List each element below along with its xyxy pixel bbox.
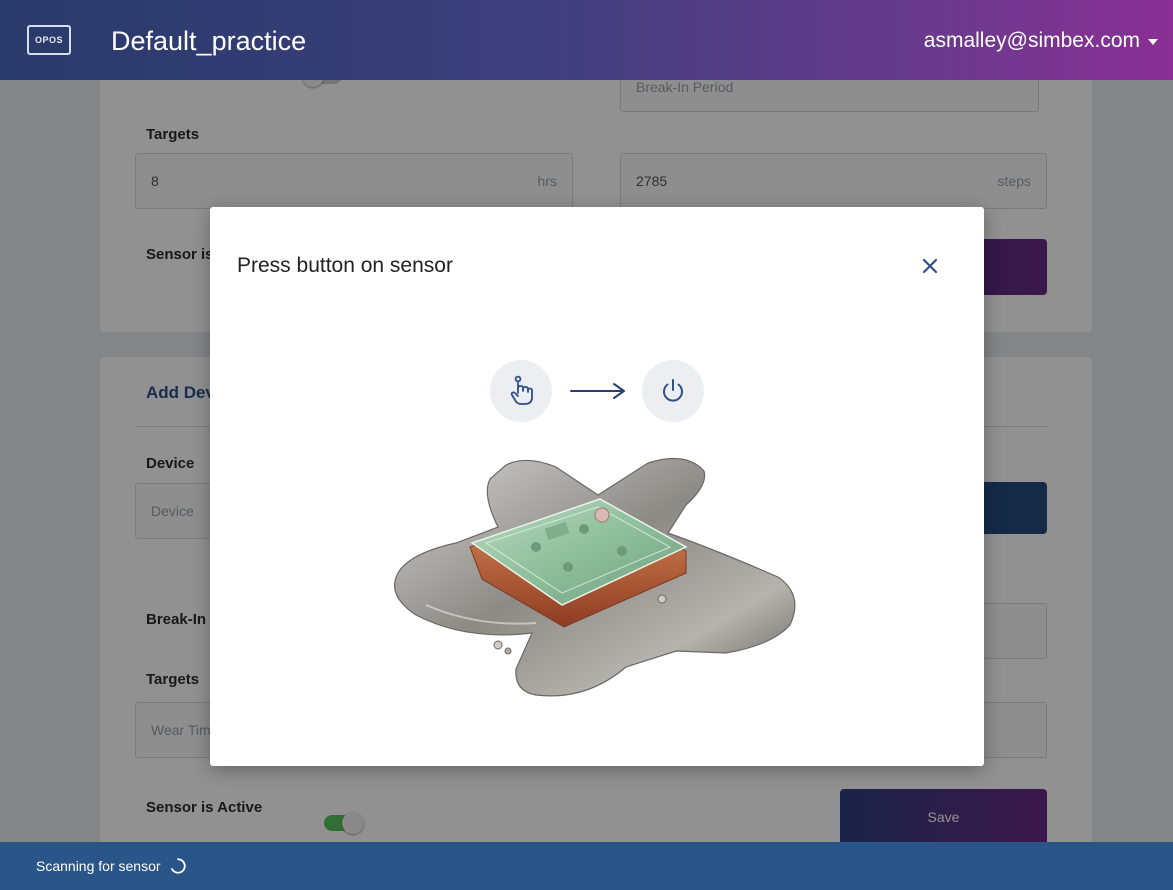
arrow-right-icon: [570, 383, 625, 399]
status-bar: Scanning for sensor: [0, 842, 1173, 890]
power-icon: [663, 379, 683, 402]
scanning-status-text: Scanning for sensor: [36, 858, 161, 874]
press-button-modal: Press button on sensor: [210, 207, 984, 766]
instruction-steps: [490, 360, 704, 424]
loading-spinner-icon: [170, 858, 186, 874]
app-header: OPOS Default_practice asmalley@simbex.co…: [0, 0, 1173, 80]
app-logo[interactable]: OPOS: [27, 25, 71, 55]
user-email: asmalley@simbex.com: [923, 29, 1140, 52]
hand-press-icon: [510, 375, 533, 405]
chevron-down-icon: [1148, 39, 1158, 45]
step-power-circle: [642, 360, 704, 422]
close-icon: [922, 258, 938, 274]
step-press-circle: [490, 360, 552, 422]
modal-title: Press button on sensor: [237, 254, 453, 277]
page-title: Default_practice: [111, 26, 307, 56]
close-button[interactable]: [916, 252, 944, 280]
user-menu[interactable]: asmalley@simbex.com: [924, 29, 1158, 53]
sensor-device-image: [394, 457, 796, 697]
